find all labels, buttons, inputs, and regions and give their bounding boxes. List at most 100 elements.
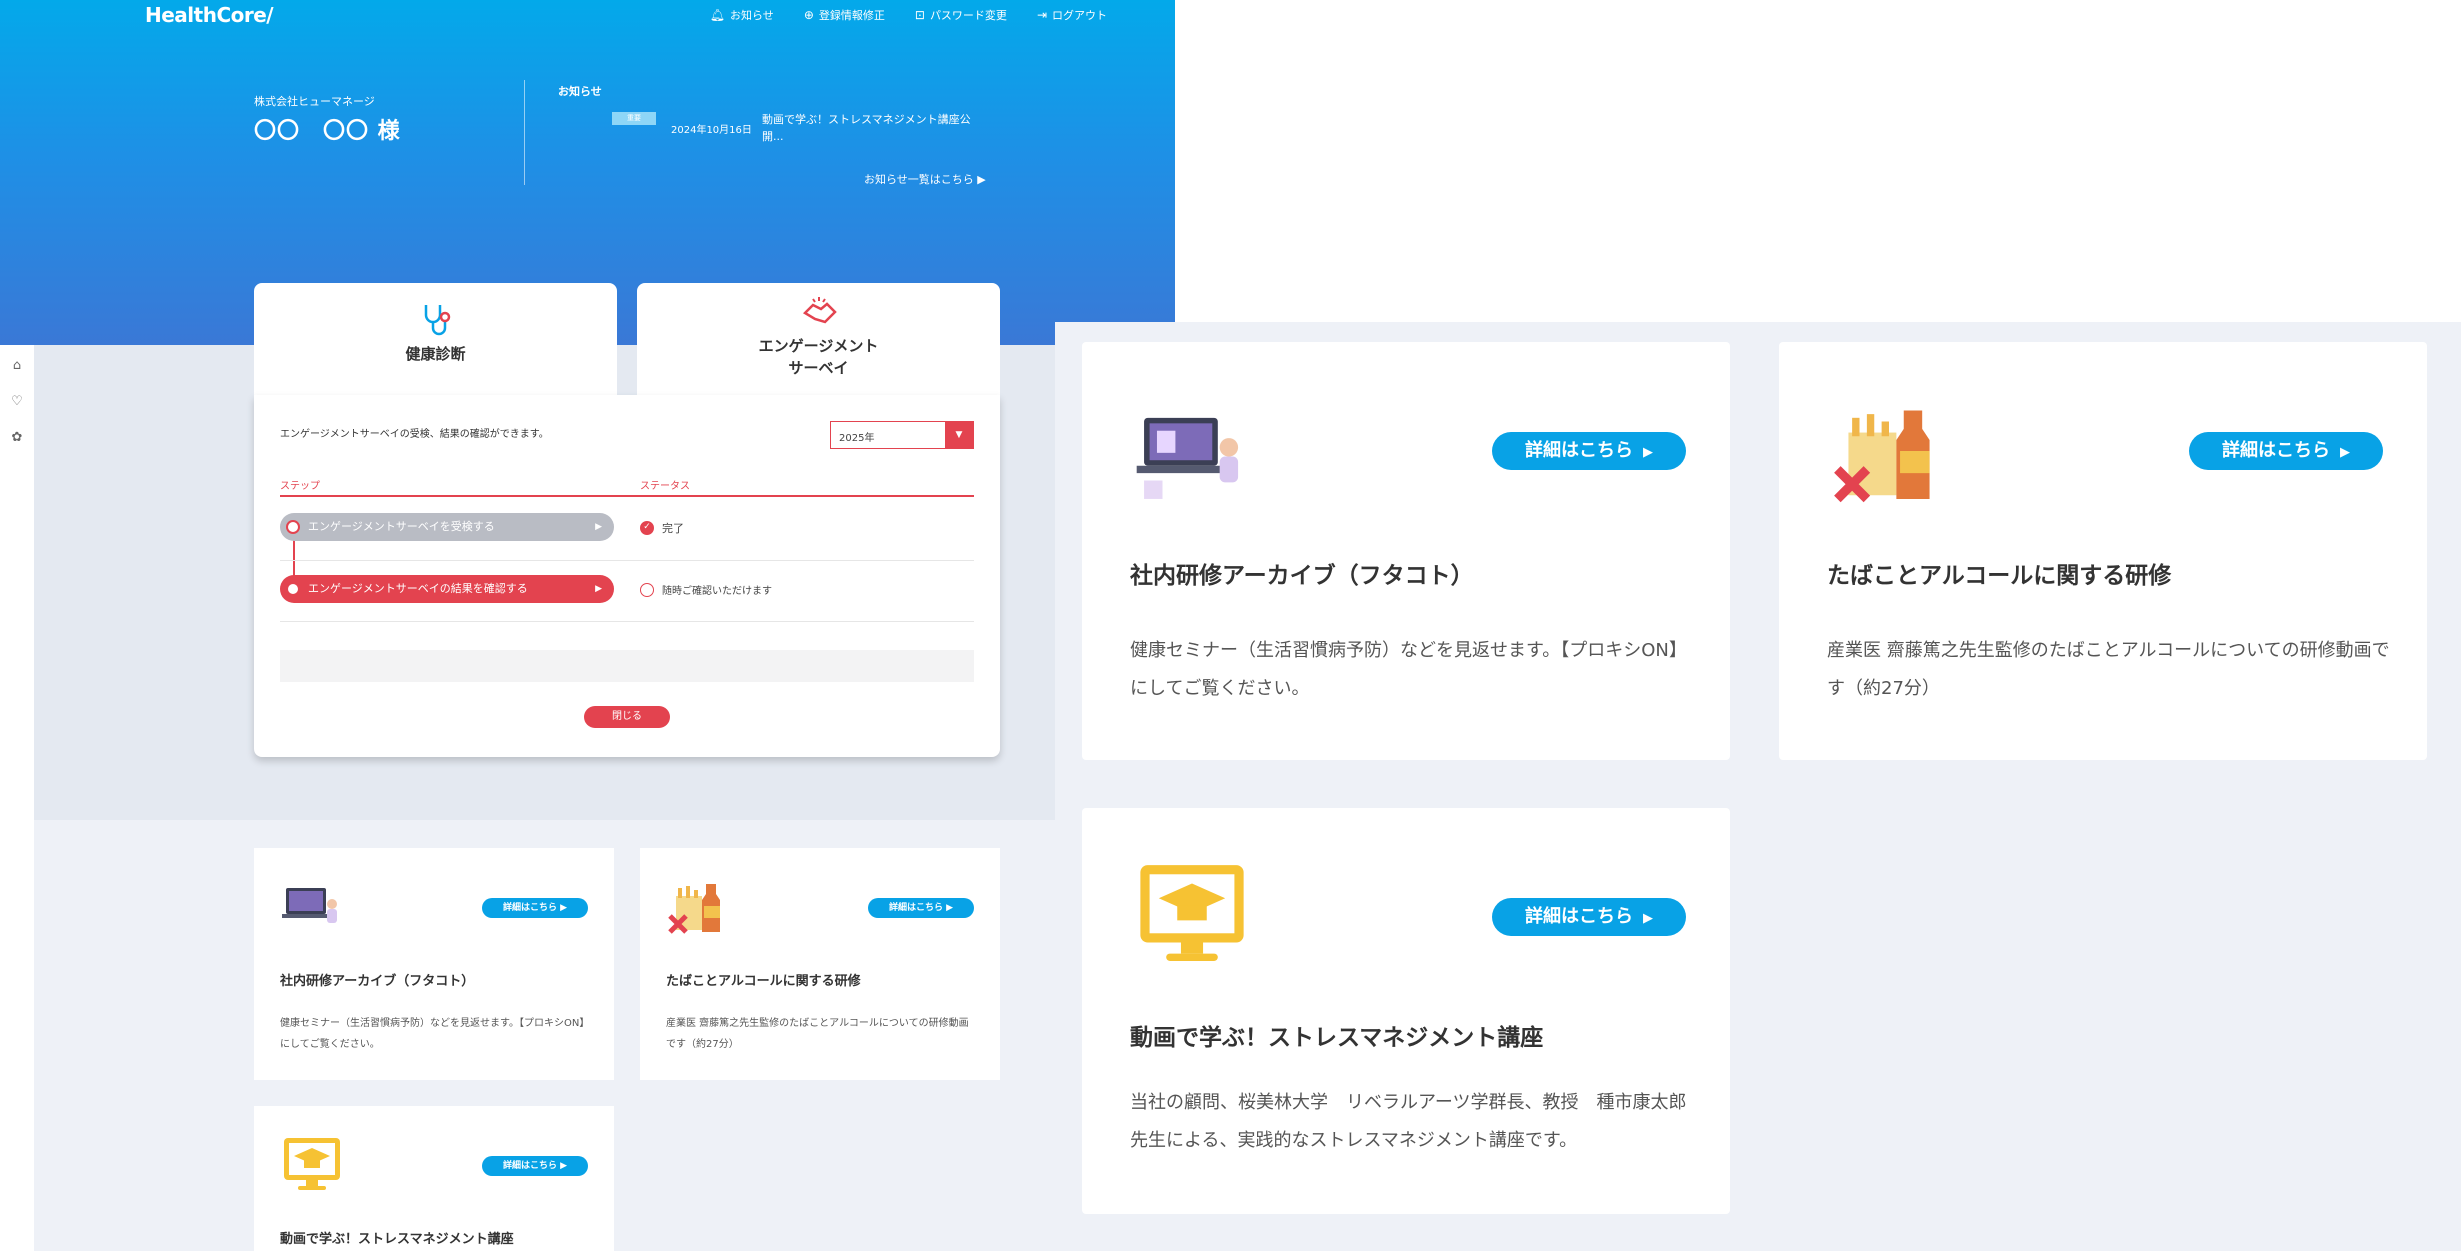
play-icon: ▶ — [2340, 445, 2350, 460]
user-edit-icon: ⊕ — [803, 8, 814, 22]
tab-engagement-survey[interactable]: エンゲージメント サーベイ — [637, 283, 1000, 403]
status-complete-label: 完了 — [662, 522, 684, 535]
composite-screenshot: ⌂ ♡ ✿ HealthCore/ 🔔︎ お知らせ ⊕ 登録情報修正 ⊡ パスワ… — [0, 0, 2461, 1251]
nav-password-label: パスワード変更 — [929, 9, 1007, 22]
status-anytime-label: 随時ご確認いただけます — [662, 586, 772, 597]
news-item-link[interactable]: 動画で学ぶ！ストレスマネジメント講座公開... — [762, 111, 974, 145]
card-training-archive-zoomed: 詳細はこちら ▶ 社内研修アーカイブ（フタコト） 健康セミナー（生活習慣病予防）な… — [1082, 342, 1730, 760]
nav-password[interactable]: ⊡ パスワード変更 — [915, 7, 1007, 23]
user-name: 〇〇 〇〇 様 — [254, 119, 401, 144]
panel-info-box — [280, 650, 974, 682]
card-title: 動画で学ぶ！ストレスマネジメント講座 — [280, 1232, 514, 1247]
row-divider — [280, 621, 974, 622]
card-title: たばことアルコールに関する研修 — [666, 974, 861, 989]
details-button[interactable]: 詳細はこちら ▶ — [2189, 432, 2383, 470]
side-rail: ⌂ ♡ ✿ — [0, 345, 34, 1251]
engagement-panel: エンゲージメントサーベイの受検、結果の確認ができます。 2025年 ▼ ステップ… — [254, 395, 1000, 757]
graduation-monitor-illustration — [1140, 865, 1244, 961]
play-icon: ▶ — [595, 584, 602, 594]
column-status: ステータス — [640, 481, 690, 492]
details-button-label: 詳細はこちら — [1525, 906, 1633, 927]
card-description: 健康セミナー（生活習慣病予防）などを見返せます。【プロキシON】にしてご覧くださ… — [280, 1018, 590, 1050]
details-button[interactable]: 詳細はこちら ▶ — [1492, 432, 1686, 470]
app-logo[interactable]: HealthCore/ — [145, 3, 274, 27]
card-tobacco-alcohol: 詳細はこちら ▶ たばことアルコールに関する研修 産業医 齋藤篤之先生監修のたば… — [640, 848, 1000, 1080]
status-complete: ✓ 完了 — [640, 520, 684, 536]
news-more-link[interactable]: お知らせ一覧はこちら ▶ — [864, 171, 986, 187]
tab-health-label: 健康診断 — [405, 345, 466, 363]
tab-engagement-label-2: サーベイ — [788, 359, 849, 377]
card-title: 社内研修アーカイブ（フタコト） — [1130, 563, 1474, 589]
company-name: 株式会社ヒューマネージ — [254, 95, 375, 108]
details-button[interactable]: 詳細はこちら ▶ — [482, 898, 588, 918]
logout-icon: ⇥ — [1036, 8, 1047, 22]
news-badge: 重要 — [612, 112, 656, 125]
status-anytime: 随時ご確認いただけます — [640, 582, 772, 597]
card-title: たばことアルコールに関する研修 — [1827, 563, 2172, 589]
step-view-results-label: エンゲージメントサーベイの結果を確認する — [308, 582, 528, 595]
circle-icon — [640, 582, 654, 597]
close-button[interactable]: 閉じる — [584, 706, 670, 728]
stethoscope-rail-icon[interactable]: ♡ — [4, 395, 30, 421]
step-view-results-button[interactable]: エンゲージメントサーベイの結果を確認する ▶ — [280, 575, 614, 603]
nav-profile-label: 登録情報修正 — [818, 9, 885, 22]
bell-icon: 🔔︎ — [709, 8, 726, 22]
home-icon[interactable]: ⌂ — [4, 359, 30, 385]
card-title: 動画で学ぶ！ストレスマネジメント講座 — [1130, 1025, 1544, 1051]
handshake-icon — [802, 297, 837, 324]
card-description: 当社の顧問、桜美林大学 リベラルアーツ学群長、教授 種市康太郎先生による、実践的… — [1130, 1092, 1687, 1151]
stethoscope-icon — [424, 305, 450, 336]
news-heading: お知らせ — [558, 85, 602, 98]
step-dot — [286, 520, 300, 534]
tab-health-check[interactable]: 健康診断 — [254, 283, 617, 398]
tobacco-alcohol-illustration — [1834, 410, 1930, 503]
graduation-monitor-illustration — [284, 1138, 340, 1190]
card-description: 産業医 齋藤篤之先生監修のたばことアルコールについての研修動画です（約27分） — [666, 1018, 969, 1050]
online-training-illustration — [282, 888, 337, 923]
chevron-down-icon: ▼ — [945, 422, 973, 448]
step-take-survey-label: エンゲージメントサーベイを受検する — [308, 520, 495, 533]
card-description: 健康セミナー（生活習慣病予防）などを見返せます。【プロキシON】にしてご覧くださ… — [1130, 640, 1687, 699]
card-stress-management-zoomed: 詳細はこちら ▶ 動画で学ぶ！ストレスマネジメント講座 当社の顧問、桜美林大学 リ… — [1082, 808, 1730, 1214]
nav-notice-label: お知らせ — [730, 9, 774, 22]
details-button-label: 詳細はこちら — [888, 903, 943, 913]
column-step: ステップ — [280, 481, 320, 492]
step-take-survey-button[interactable]: エンゲージメントサーベイを受検する ▶ — [280, 513, 614, 541]
dashboard-page: ⌂ ♡ ✿ HealthCore/ 🔔︎ お知らせ ⊕ 登録情報修正 ⊡ パスワ… — [0, 0, 1175, 1251]
lock-icon: ⊡ — [914, 8, 925, 22]
details-button-label: 詳細はこちら — [502, 1161, 557, 1171]
zoomed-cards-view: 詳細はこちら ▶ 社内研修アーカイブ（フタコト） 健康セミナー（生活習慣病予防）な… — [1055, 322, 2461, 1251]
top-navigation: 🔔︎ お知らせ ⊕ 登録情報修正 ⊡ パスワード変更 ⇥ ログアウト — [710, 7, 1107, 23]
play-icon: ▶ — [1643, 445, 1653, 460]
play-icon: ▶ — [1643, 911, 1653, 926]
year-select-value: 2025年 — [839, 433, 875, 444]
news-date: 2024年10月16日 — [671, 125, 752, 136]
details-button-label: 詳細はこちら — [1525, 440, 1633, 461]
nav-logout[interactable]: ⇥ ログアウト — [1037, 7, 1107, 23]
card-stress-management: 詳細はこちら ▶ 動画で学ぶ！ストレスマネジメント講座 — [254, 1106, 614, 1251]
check-icon: ✓ — [640, 521, 654, 535]
panel-description: エンゲージメントサーベイの受検、結果の確認ができます。 — [280, 429, 549, 440]
nav-profile[interactable]: ⊕ 登録情報修正 — [804, 7, 885, 23]
tab-engagement-label-1: エンゲージメント — [758, 337, 879, 355]
card-training-archive: 詳細はこちら ▶ 社内研修アーカイブ（フタコト） 健康セミナー（生活習慣病予防）… — [254, 848, 614, 1080]
row-divider — [280, 560, 974, 561]
year-select[interactable]: 2025年 ▼ — [830, 421, 974, 449]
nav-logout-label: ログアウト — [1052, 9, 1107, 22]
play-icon: ▶ — [595, 522, 602, 532]
details-button-label: 詳細はこちら — [502, 903, 557, 913]
details-button-label: 詳細はこちら — [2222, 440, 2330, 461]
handshake-rail-icon[interactable]: ✿ — [4, 431, 30, 457]
hero-divider — [524, 80, 525, 185]
card-title: 社内研修アーカイブ（フタコト） — [280, 974, 475, 989]
tobacco-alcohol-illustration — [668, 884, 720, 934]
card-description: 産業医 齋藤篤之先生監修のたばことアルコールについての研修動画です（約27分） — [1827, 640, 2390, 699]
card-tobacco-alcohol-zoomed: 詳細はこちら ▶ たばことアルコールに関する研修 産業医 齋藤篤之先生監修のたばこ… — [1779, 342, 2427, 760]
details-button[interactable]: 詳細はこちら ▶ — [1492, 898, 1686, 936]
nav-notice[interactable]: 🔔︎ お知らせ — [710, 7, 774, 23]
step-dot — [286, 582, 300, 596]
details-button[interactable]: 詳細はこちら ▶ — [482, 1156, 588, 1176]
step-table-header: ステップ ステータス — [280, 477, 974, 497]
details-button[interactable]: 詳細はこちら ▶ — [868, 898, 974, 918]
online-training-illustration — [1136, 417, 1239, 499]
